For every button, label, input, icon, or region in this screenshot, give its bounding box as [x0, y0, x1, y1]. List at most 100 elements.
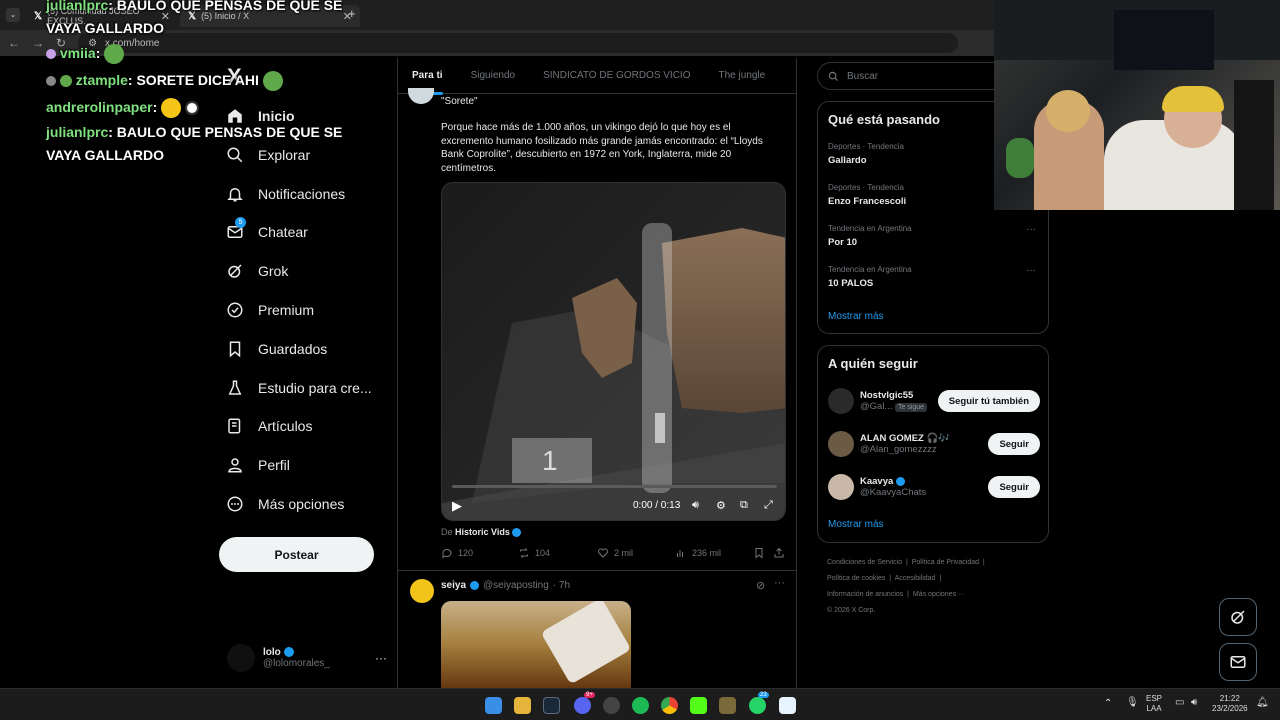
notifications-icon[interactable]: 🔔︎	[1256, 697, 1269, 708]
follow-back-button[interactable]: Seguir tú también	[937, 390, 1040, 412]
network-icon[interactable]: ▭	[1175, 697, 1184, 708]
views-button[interactable]: 236 mil	[675, 547, 721, 559]
tray-chevron-icon[interactable]: ⌃	[1104, 698, 1112, 709]
reply-button[interactable]: 120	[441, 547, 473, 559]
image-detail	[540, 601, 631, 685]
user-name: Nostvlgic55	[860, 390, 914, 401]
avatar	[828, 431, 854, 457]
trend-item[interactable]: Tendencia en Argentina 10 PALOS	[828, 265, 912, 289]
nav-grok[interactable]: Grok	[226, 256, 288, 286]
city-window	[1114, 10, 1214, 70]
tweet-time[interactable]: · 7h	[553, 580, 570, 591]
clock[interactable]: 21:22 23/2/2026	[1212, 694, 1248, 714]
trend-name: Por 10	[828, 237, 858, 248]
messages-fab-button[interactable]	[1219, 643, 1257, 681]
nav-chat[interactable]: 5 Chatear	[226, 217, 308, 247]
volume-icon[interactable]: 🔊︎	[692, 499, 699, 512]
nav-profile[interactable]: Perfil	[226, 450, 290, 480]
footer-row: Información de anuncios | Más opciones ·…	[827, 591, 966, 598]
nav-creator-studio[interactable]: Estudio para cre...	[226, 373, 372, 403]
video-time: 0:00 / 0:13	[633, 500, 681, 511]
trend-item[interactable]: Deportes · Tendencia Gallardo	[828, 142, 904, 166]
speaker-icon[interactable]: 🔊︎	[1191, 697, 1197, 708]
chrome-icon[interactable]	[661, 697, 678, 714]
like-button[interactable]: 2 mil	[597, 547, 633, 559]
discord-icon[interactable]	[574, 697, 591, 714]
nav-premium[interactable]: Premium	[226, 295, 314, 325]
post-button[interactable]: Postear	[219, 537, 374, 572]
follow-suggestion[interactable]: Nostvlgic55 @Gal... Te sigue Seguir tú t…	[828, 386, 1040, 416]
follow-button[interactable]: Seguir	[988, 476, 1040, 498]
grok-icon[interactable]: ⊘	[756, 579, 765, 592]
kick-icon[interactable]	[690, 697, 707, 714]
avatar[interactable]	[410, 579, 434, 603]
minecraft-icon[interactable]	[719, 697, 736, 714]
settings-icon[interactable]: ⚙	[716, 499, 726, 512]
nav-bookmarks[interactable]: Guardados	[226, 334, 327, 364]
share-button[interactable]	[773, 547, 785, 559]
back-icon[interactable]: ←	[8, 36, 20, 50]
grok-fab-button[interactable]	[1219, 598, 1257, 636]
trend-item[interactable]: Tendencia en Argentina Por 10	[828, 224, 912, 248]
new-tab-button[interactable]: +	[348, 6, 356, 21]
exhibit-number-label: 1	[542, 445, 558, 476]
forward-icon[interactable]: →	[32, 36, 44, 50]
footer-link[interactable]: Más opciones ···	[913, 591, 965, 598]
author-name[interactable]: seiya	[441, 580, 466, 591]
video-progress-track[interactable]	[452, 485, 777, 488]
badge-icon	[46, 76, 56, 87]
avatar	[227, 644, 255, 672]
whatsapp-icon[interactable]	[749, 697, 766, 714]
spotify-icon[interactable]	[632, 697, 649, 714]
tab-the-jungle[interactable]: The jungle	[705, 70, 780, 81]
avatar[interactable]	[408, 88, 434, 104]
footer-link[interactable]: Accesibilidad	[895, 575, 936, 582]
tab-sindicato[interactable]: SINDICATO DE GORDOS VICIO	[529, 70, 704, 81]
tweet-menu-icon[interactable]: ···	[774, 577, 785, 589]
follow-button[interactable]: Seguir	[988, 433, 1040, 455]
show-more-link[interactable]: Mostrar más	[828, 519, 884, 530]
footer-link[interactable]: Condiciones de Servicio	[827, 559, 902, 566]
trend-menu-icon[interactable]: ···	[1026, 224, 1036, 235]
windows-start-icon[interactable]	[485, 697, 502, 714]
account-switcher[interactable]: lolo @lolomorales_ ···	[227, 642, 387, 674]
notepad-icon[interactable]	[779, 697, 796, 714]
tweet-image[interactable]	[441, 601, 631, 688]
nav-notifications[interactable]: Notificaciones	[226, 179, 345, 209]
follow-suggestion[interactable]: ALAN GOMEZ 🎧🎶 @Alan_gomezzzz Seguir	[828, 429, 1040, 459]
steam-icon[interactable]	[543, 697, 560, 714]
tweet[interactable]: seiya @seiyaposting · 7h ⊘ ···	[398, 570, 796, 688]
repost-button[interactable]: 104	[518, 547, 550, 559]
nav-articles[interactable]: Artículos	[226, 411, 312, 441]
play-icon[interactable]: ▶	[452, 498, 462, 514]
view-count: 236 mil	[692, 548, 722, 558]
trend-item[interactable]: Deportes · Tendencia Enzo Francescoli	[828, 183, 906, 207]
footer-link[interactable]: Política de Privacidad	[912, 559, 979, 566]
microphone-icon[interactable]: 🎙︎	[1126, 697, 1139, 708]
bookmark-button[interactable]	[753, 547, 765, 559]
timeline-tabs: Para ti Siguiendo SINDICATO DE GORDOS VI…	[398, 58, 796, 94]
tab-for-you[interactable]: Para ti	[398, 70, 457, 81]
tab-following[interactable]: Siguiendo	[457, 70, 529, 81]
trend-menu-icon[interactable]: ···	[1026, 265, 1036, 276]
footer-row: Política de cookies | Accesibilidad |	[827, 575, 942, 582]
tab-menu-icon[interactable]: ⌄	[6, 8, 20, 22]
footer-link[interactable]: Política de cookies	[827, 575, 885, 582]
footer-row: Condiciones de Servicio | Política de Pr…	[827, 559, 985, 566]
video-player[interactable]: 1 ▶ 0:00 / 0:13 🔊︎ ⚙ ⧉ ⤢	[441, 182, 786, 521]
follow-suggestion[interactable]: Kaavya @KaavyaChats Seguir	[828, 472, 1040, 502]
account-menu-icon[interactable]: ···	[375, 651, 387, 665]
fullscreen-icon[interactable]: ⤢	[764, 499, 773, 512]
show-more-link[interactable]: Mostrar más	[828, 311, 884, 322]
picture-in-picture-icon[interactable]: ⧉	[740, 499, 748, 512]
repost-icon	[520, 548, 528, 558]
language-indicator[interactable]: ESP LAA	[1146, 694, 1162, 714]
clock-time: 21:22	[1219, 694, 1240, 703]
nav-more-options[interactable]: Más opciones	[226, 489, 344, 519]
nav-label: Perfil	[258, 457, 290, 473]
file-explorer-icon[interactable]	[514, 697, 531, 714]
author-handle[interactable]: @seiyaposting	[483, 580, 549, 591]
source-name-link[interactable]: Historic Vids	[455, 527, 510, 537]
footer-link[interactable]: Información de anuncios	[827, 591, 903, 598]
obs-icon[interactable]	[603, 697, 620, 714]
